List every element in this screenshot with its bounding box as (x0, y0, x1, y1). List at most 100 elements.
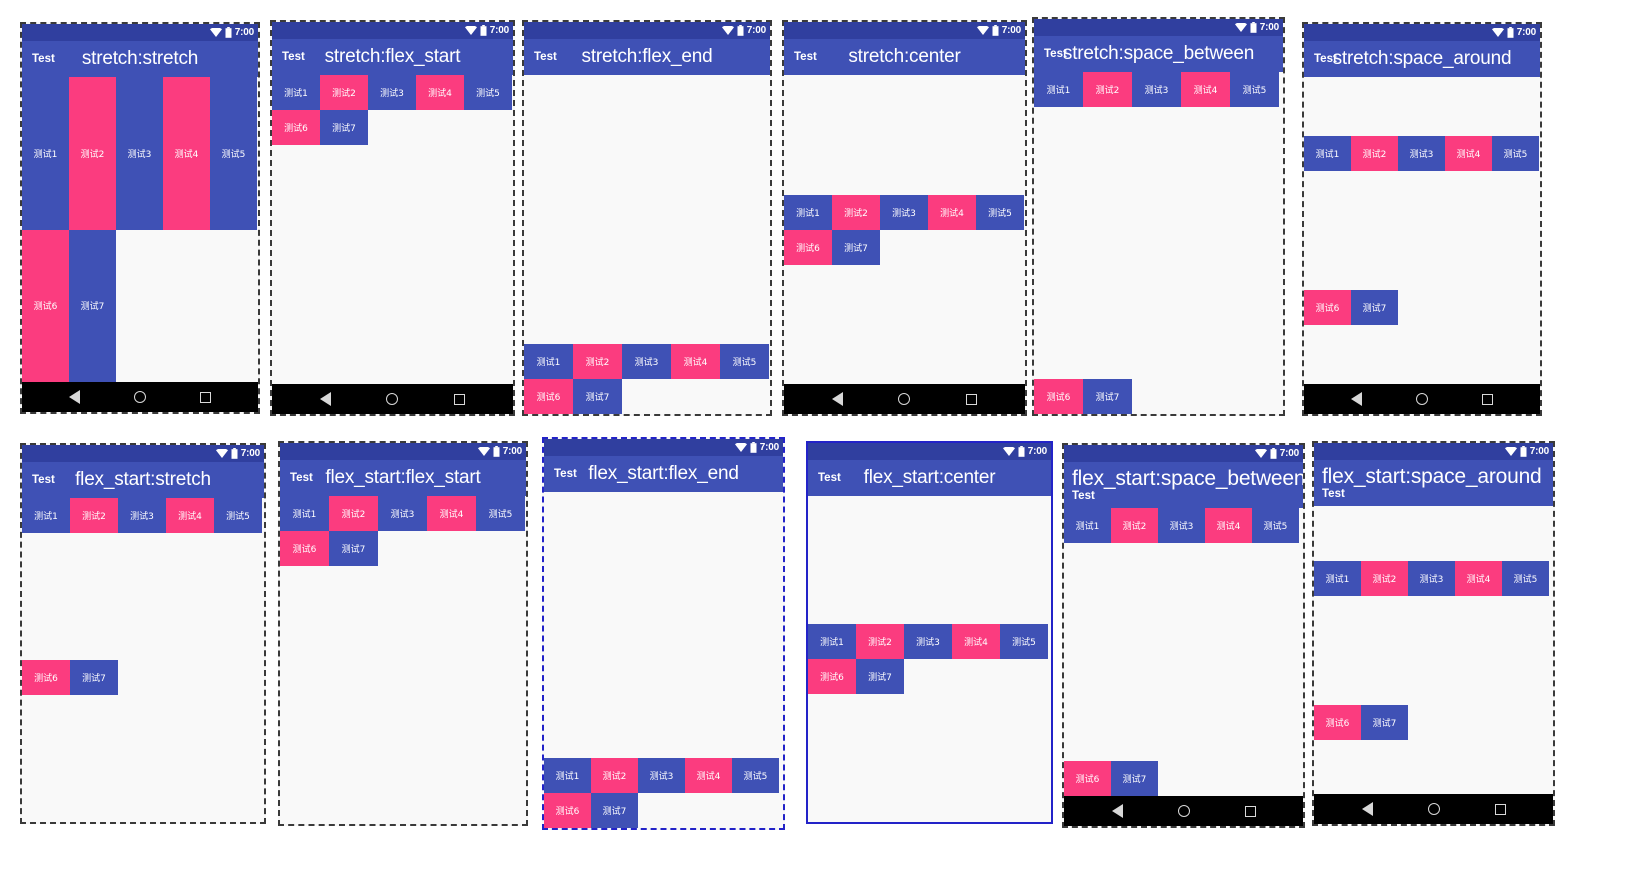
flex-item[interactable]: 测试1 (808, 624, 856, 659)
flex-item[interactable]: 测试4 (1205, 508, 1252, 543)
recents-square-icon[interactable] (200, 391, 211, 403)
device-screenshot-p12[interactable]: 7:00 flex_start:space_around Test 测试1 测试2 测试3… (1312, 441, 1555, 826)
flex-item[interactable]: 测试4 (928, 194, 976, 230)
flex-item[interactable]: 测试1 (1064, 508, 1111, 543)
flex-item[interactable]: 测试2 (70, 498, 118, 533)
flex-item[interactable]: 测试2 (1351, 136, 1398, 172)
device-screenshot-p1[interactable]: 7:00 Test stretch:stretch 测试1 测试2 测试3 测试4 测试5 测试… (20, 22, 260, 414)
back-triangle-icon[interactable] (1361, 802, 1373, 816)
flex-item[interactable]: 测试3 (1158, 508, 1205, 543)
flex-item[interactable]: 测试7 (329, 531, 378, 566)
flex-item[interactable]: 测试3 (880, 194, 928, 230)
flex-item[interactable]: 测试3 (378, 496, 427, 531)
flex-item[interactable]: 测试5 (1502, 560, 1549, 596)
home-circle-icon[interactable] (386, 393, 399, 405)
flex-item[interactable]: 测试6 (280, 531, 329, 566)
flex-item[interactable]: 测试1 (544, 758, 591, 793)
flex-item[interactable]: 测试7 (320, 110, 368, 145)
recents-square-icon[interactable] (454, 393, 466, 405)
flex-item[interactable]: 测试5 (1492, 136, 1539, 172)
flex-item[interactable]: 测试6 (784, 229, 832, 265)
back-triangle-icon[interactable] (69, 390, 80, 404)
flex-item[interactable]: 测试3 (622, 344, 671, 379)
flex-item[interactable]: 测试5 (976, 194, 1024, 230)
flex-item[interactable]: 测试1 (1304, 136, 1351, 172)
recents-square-icon[interactable] (1244, 805, 1256, 817)
home-circle-icon[interactable] (1416, 393, 1428, 405)
flex-item[interactable]: 测试4 (952, 624, 1000, 659)
flex-item[interactable]: 测试7 (1083, 379, 1132, 414)
flex-item[interactable]: 测试6 (1304, 289, 1351, 325)
flex-item[interactable]: 测试1 (22, 498, 70, 533)
flex-item[interactable]: 测试7 (1351, 289, 1398, 325)
flex-item[interactable]: 测试7 (1111, 761, 1158, 796)
flex-item[interactable]: 测试6 (524, 379, 573, 414)
flex-item[interactable]: 测试3 (1408, 560, 1455, 596)
flex-item[interactable]: 测试5 (1000, 624, 1048, 659)
flex-item[interactable]: 测试3 (904, 624, 952, 659)
flex-item[interactable]: 测试5 (1252, 508, 1299, 543)
device-screenshot-p4[interactable]: 7:00 Test stretch:center 测试1 测试2 测试3 测试4 测试5 测试6… (782, 20, 1027, 416)
flex-item[interactable]: 测试4 (427, 496, 476, 531)
flex-item[interactable]: 测试7 (573, 379, 622, 414)
flex-item[interactable]: 测试5 (732, 758, 779, 793)
flex-item[interactable]: 测试1 (524, 344, 573, 379)
flex-item[interactable]: 测试7 (832, 229, 880, 265)
flex-item[interactable]: 测试6 (808, 659, 856, 694)
flex-item[interactable]: 测试6 (1314, 704, 1361, 740)
flex-item[interactable]: 测试6 (1034, 379, 1083, 414)
flex-item[interactable]: 测试2 (320, 75, 368, 110)
device-screenshot-p7[interactable]: 7:00 Test flex_start:stretch 测试1 测试2 测试3 测试4 测试… (20, 443, 266, 824)
flex-item[interactable]: 测试5 (210, 77, 257, 230)
flex-item[interactable]: 测试7 (856, 659, 904, 694)
device-screenshot-p3[interactable]: 7:00 Test stretch:flex_end 测试1 测试2 测试3 测试4 测试5 测… (522, 20, 772, 416)
flex-item[interactable]: 测试4 (671, 344, 720, 379)
flex-item[interactable]: 测试7 (591, 793, 638, 828)
recents-square-icon[interactable] (966, 393, 978, 405)
device-screenshot-p11[interactable]: 7:00 flex_start:space_between Test 测试1 测试2 测试… (1062, 443, 1305, 828)
flex-item[interactable]: 测试3 (1398, 136, 1445, 172)
flex-item[interactable]: 测试3 (116, 77, 163, 230)
home-circle-icon[interactable] (1427, 803, 1440, 815)
device-screenshot-p9[interactable]: 7:00 Test flex_start:flex_end 测试1 测试2 测试3 测试4 测… (542, 437, 785, 830)
flex-item[interactable]: 测试1 (1314, 560, 1361, 596)
flex-item[interactable]: 测试4 (1181, 72, 1230, 107)
recents-square-icon[interactable] (1494, 803, 1506, 815)
flex-item[interactable]: 测试4 (1455, 560, 1502, 596)
flex-item[interactable]: 测试6 (1064, 761, 1111, 796)
flex-item[interactable]: 测试7 (70, 660, 118, 695)
home-circle-icon[interactable] (1177, 805, 1190, 817)
flex-item[interactable]: 测试1 (1034, 72, 1083, 107)
flex-item[interactable]: 测试2 (1111, 508, 1158, 543)
flex-item[interactable]: 测试4 (416, 75, 464, 110)
recents-square-icon[interactable] (1482, 393, 1493, 405)
flex-item[interactable]: 测试4 (685, 758, 732, 793)
flex-item[interactable]: 测试5 (476, 496, 525, 531)
flex-item[interactable]: 测试2 (573, 344, 622, 379)
device-screenshot-p5[interactable]: 7:00 Test stretch:space_between 测试1 测试2 测试3 测试… (1032, 17, 1285, 416)
flex-item[interactable]: 测试5 (720, 344, 769, 379)
flex-item[interactable]: 测试2 (1361, 560, 1408, 596)
flex-item[interactable]: 测试2 (1083, 72, 1132, 107)
device-screenshot-p8[interactable]: 7:00 Test flex_start:flex_start 测试1 测试2 测试3 测试… (278, 441, 528, 826)
back-triangle-icon[interactable] (319, 392, 331, 406)
flex-item[interactable]: 测试4 (1445, 136, 1492, 172)
flex-item[interactable]: 测试1 (280, 496, 329, 531)
flex-item[interactable]: 测试6 (22, 660, 70, 695)
flex-item[interactable]: 测试4 (166, 498, 214, 533)
flex-item[interactable]: 测试2 (329, 496, 378, 531)
back-triangle-icon[interactable] (1351, 392, 1362, 406)
flex-item[interactable]: 测试2 (832, 194, 880, 230)
device-screenshot-p10[interactable]: 7:00 Test flex_start:center 测试1 测试2 测试3 测试4 测试5… (806, 441, 1053, 824)
flex-item[interactable]: 测试5 (1230, 72, 1279, 107)
flex-item[interactable]: 测试3 (118, 498, 166, 533)
flex-item[interactable]: 测试3 (638, 758, 685, 793)
flex-item[interactable]: 测试1 (784, 194, 832, 230)
flex-item[interactable]: 测试6 (544, 793, 591, 828)
flex-item[interactable]: 测试2 (69, 77, 116, 230)
flex-item[interactable]: 测试7 (1361, 704, 1408, 740)
flex-item[interactable]: 测试4 (163, 77, 210, 230)
flex-item[interactable]: 测试1 (272, 75, 320, 110)
home-circle-icon[interactable] (898, 393, 911, 405)
flex-item[interactable]: 测试2 (591, 758, 638, 793)
